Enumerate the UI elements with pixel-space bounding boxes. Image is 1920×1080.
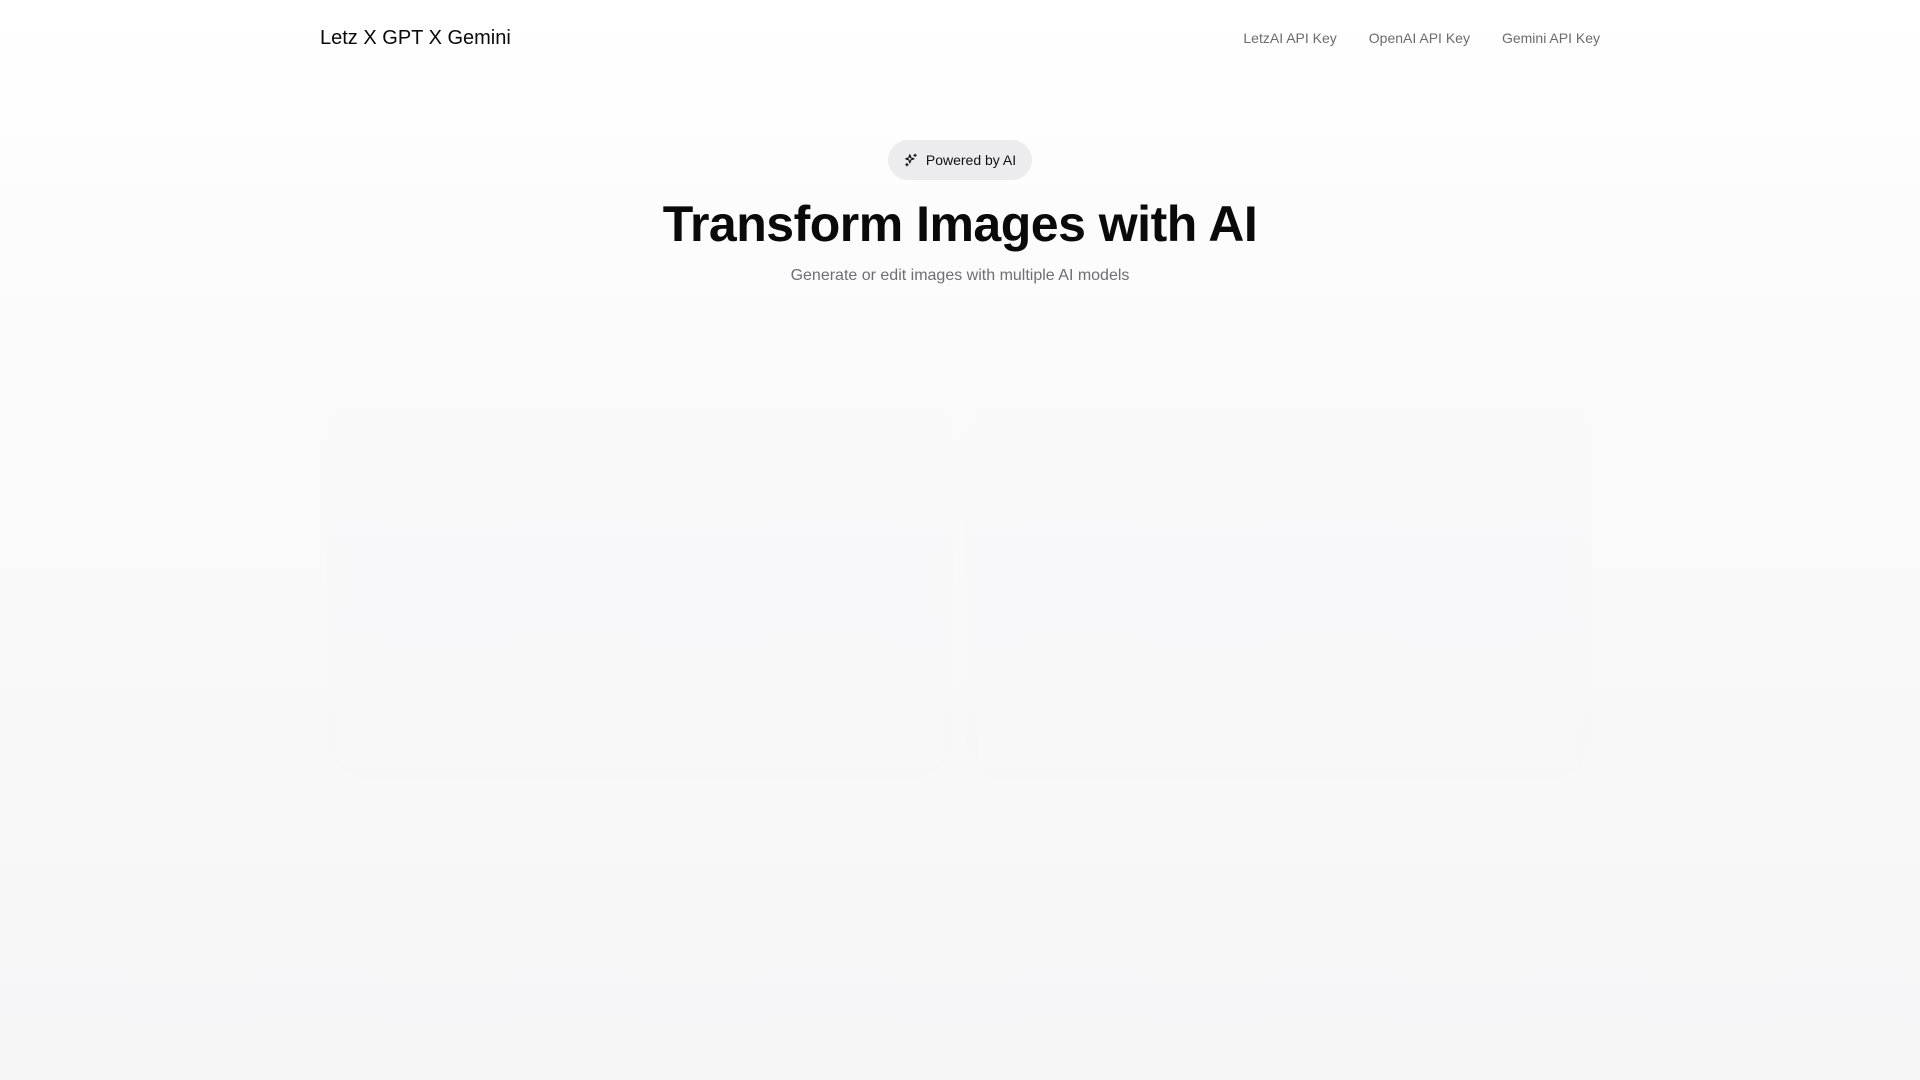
hero-section: Powered by AI Transform Images with AI G… <box>0 140 1920 286</box>
page-title: Transform Images with AI <box>662 196 1258 252</box>
top-header: Letz X GPT X Gemini LetzAI API Key OpenA… <box>0 0 1920 76</box>
badge-label: Powered by AI <box>925 152 1017 168</box>
nav-gemini-api-key[interactable]: Gemini API Key <box>1502 29 1600 47</box>
api-key-nav: LetzAI API Key OpenAI API Key Gemini API… <box>1243 29 1600 47</box>
nav-letzai-api-key[interactable]: LetzAI API Key <box>1243 29 1336 47</box>
left-content-panel <box>340 408 940 768</box>
powered-by-badge: Powered by AI <box>887 140 1033 180</box>
brand-title[interactable]: Letz X GPT X Gemini <box>320 26 511 50</box>
right-content-panel <box>978 408 1578 768</box>
sparkles-icon <box>904 153 918 167</box>
nav-openai-api-key[interactable]: OpenAI API Key <box>1369 29 1470 47</box>
page-subtitle: Generate or edit images with multiple AI… <box>790 267 1130 284</box>
